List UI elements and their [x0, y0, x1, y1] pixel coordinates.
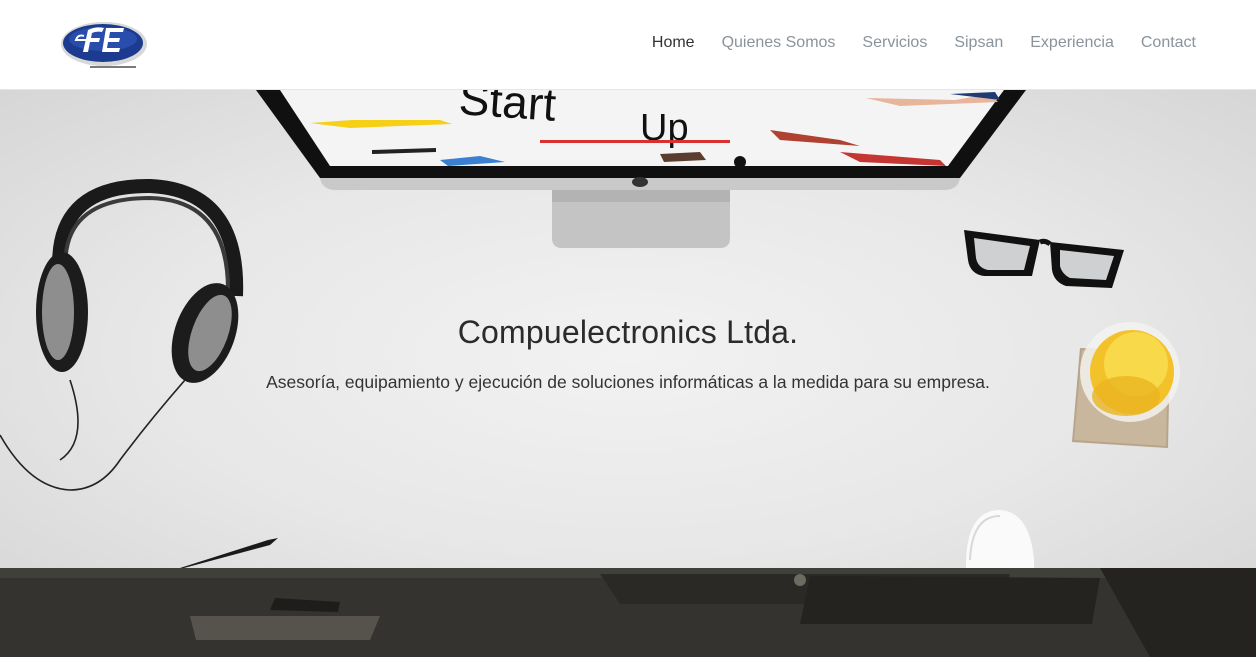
nav-contact[interactable]: Contact [1141, 34, 1196, 52]
nav-servicios[interactable]: Servicios [862, 34, 927, 52]
main-navigation: Home Quienes Somos Servicios Sipsan Expe… [625, 34, 1196, 52]
svg-text:Start: Start [457, 90, 558, 131]
brand-logo[interactable] [58, 16, 154, 74]
nav-home[interactable]: Home [652, 34, 695, 52]
monitor-icon: Start Up [256, 90, 1026, 248]
company-logo-icon [61, 22, 147, 68]
pencil-icon [180, 538, 278, 568]
nav-quienes-somos[interactable]: Quienes Somos [722, 34, 836, 52]
glasses-icon [964, 230, 1124, 288]
desk-background-art [0, 568, 1256, 657]
hero-title: Compuelectronics Ltda. [457, 314, 799, 350]
hero-section: Start Up Compuelectronics Ltda. Asesoría… [0, 90, 1256, 568]
nav-experiencia[interactable]: Experiencia [1030, 34, 1114, 52]
hero-subtitle: Asesoría, equipamiento y ejecución de so… [266, 372, 990, 392]
site-header: Home Quienes Somos Servicios Sipsan Expe… [0, 0, 1256, 90]
secondary-section [0, 568, 1256, 657]
mouse-icon [966, 510, 1034, 568]
nav-sipsan[interactable]: Sipsan [954, 34, 1003, 52]
